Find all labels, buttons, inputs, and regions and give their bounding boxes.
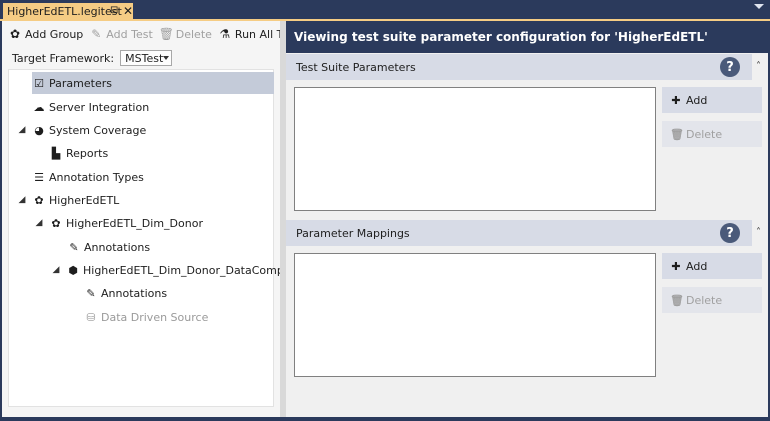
trash-icon: 🗑 [670, 293, 684, 307]
add-group-icon: ✿ [9, 27, 21, 41]
tree-item-label: Annotation Types [49, 170, 144, 184]
document-tab-bar: HigherEdETL.legitest ⊟ ✕ [0, 0, 770, 20]
delete-button[interactable]: 🗑 Delete [159, 27, 212, 41]
toolbar: ✿ Add Group ✎ Add Test 🗑 Delete ⚗ Run Al… [2, 21, 304, 47]
target-framework-row: Target Framework: MSTest [12, 49, 173, 67]
close-tab-icon[interactable]: ✕ [123, 4, 133, 18]
tree-item-label: Annotations [101, 286, 168, 300]
add-test-button[interactable]: ✎ Add Test [89, 27, 153, 41]
expand-arrow-icon[interactable]: ◢ [17, 195, 27, 205]
page-title: Viewing test suite parameter configurati… [286, 21, 768, 53]
tab-dropdown-icon[interactable] [754, 4, 764, 9]
section-title: Test Suite Parameters [296, 60, 416, 74]
document-tab[interactable]: HigherEdETL.legitest ⊟ ✕ [3, 3, 133, 20]
plus-icon: ✚ [671, 259, 681, 273]
trash-icon: 🗑 [158, 27, 174, 41]
add-label: Add [686, 93, 708, 107]
delete-label: Delete [686, 293, 723, 307]
add-test-label: Add Test [106, 27, 153, 41]
group-icon: ✿ [34, 193, 44, 207]
tree-item-annotation-types[interactable]: ☰ Annotation Types [32, 166, 144, 188]
pie-chart-icon: ◕ [34, 123, 44, 137]
delete-label: Delete [175, 27, 212, 41]
chevron-down-icon [163, 56, 170, 60]
cloud-icon: ☁ [33, 100, 45, 114]
mappings-header: Parameter Mappings ? [286, 220, 752, 246]
plus-icon: ✚ [671, 93, 681, 107]
flask-icon: ⚗ [219, 27, 231, 41]
tree-item-system-coverage[interactable]: ◢ ◕ System Coverage [17, 119, 147, 141]
trash-icon: 🗑 [670, 127, 684, 141]
tree-item-label: Server Integration [49, 100, 150, 114]
add-mapping-button[interactable]: ✚ Add [662, 253, 762, 279]
help-icon[interactable]: ? [720, 57, 740, 77]
section-title: Parameter Mappings [296, 226, 410, 240]
add-label: Add [686, 259, 708, 273]
target-framework-value: MSTest [125, 51, 164, 65]
right-pane: Viewing test suite parameter configurati… [286, 21, 768, 417]
tree-item-higheredetl[interactable]: ◢ ✿ HigherEdETL [17, 189, 120, 211]
target-framework-label: Target Framework: [12, 51, 115, 65]
suite-params-list[interactable] [294, 87, 656, 211]
tree-item-reports[interactable]: ▙ Reports [49, 142, 108, 164]
mappings-list[interactable] [294, 253, 656, 377]
add-param-button[interactable]: ✚ Add [662, 87, 762, 113]
tree-item-server-integration[interactable]: ☁ Server Integration [32, 96, 150, 118]
tree-item-label: Parameters [49, 76, 112, 90]
hexagon-icon: ⬢ [68, 263, 78, 277]
parameters-icon: ☑ [34, 76, 44, 90]
annotation-icon: ✎ [69, 240, 79, 254]
tree-item-datacompare[interactable]: ◢ ⬢ HigherEdETL_Dim_Donor_DataCompare [51, 259, 302, 281]
annotation-icon: ✎ [86, 286, 96, 300]
group-icon: ✿ [51, 216, 61, 230]
suite-tree: ☑ Parameters ☁ Server Integration ◢ ◕ Sy… [8, 69, 302, 407]
tree-item-dim-donor[interactable]: ◢ ✿ HigherEdETL_Dim_Donor [34, 212, 203, 234]
tree-item-parameters[interactable]: ☑ Parameters [32, 72, 274, 94]
tree-item-label: HigherEdETL_Dim_Donor_DataCompare [83, 263, 302, 277]
collapse-icon[interactable]: ˄ [756, 61, 761, 72]
help-icon[interactable]: ? [720, 223, 740, 243]
pin-icon[interactable]: ⊟ [110, 5, 118, 16]
tree-item-data-driven-source[interactable]: ⛁ Data Driven Source [84, 306, 208, 328]
window-bottom-edge [0, 417, 770, 421]
database-icon: ⛁ [86, 310, 96, 324]
add-group-button[interactable]: ✿ Add Group [8, 27, 83, 41]
collapse-icon[interactable]: ˄ [756, 227, 761, 238]
tree-item-label: HigherEdETL [49, 193, 120, 207]
delete-mapping-button[interactable]: 🗑 Delete [662, 287, 762, 313]
left-pane: ✿ Add Group ✎ Add Test 🗑 Delete ⚗ Run Al… [2, 21, 304, 417]
delete-param-button[interactable]: 🗑 Delete [662, 121, 762, 147]
add-group-label: Add Group [25, 27, 84, 41]
expand-arrow-icon[interactable]: ◢ [34, 218, 44, 228]
tree-item-label: Data Driven Source [101, 310, 209, 324]
tree-item-label: HigherEdETL_Dim_Donor [66, 216, 203, 230]
delete-label: Delete [686, 127, 723, 141]
list-icon: ☰ [34, 170, 44, 184]
editor-frame: ✿ Add Group ✎ Add Test 🗑 Delete ⚗ Run Al… [2, 21, 768, 417]
tree-item-label: Reports [66, 146, 109, 160]
add-test-icon: ✎ [91, 27, 102, 41]
tree-item-annotations[interactable]: ✎ Annotations [84, 282, 167, 304]
target-framework-select[interactable]: MSTest [120, 50, 173, 66]
bar-chart-icon: ▙ [51, 146, 61, 160]
expand-arrow-icon[interactable]: ◢ [17, 125, 27, 135]
tree-item-label: Annotations [84, 240, 151, 254]
tab-title: HigherEdETL.legitest [7, 5, 122, 18]
suite-params-header: Test Suite Parameters ? [286, 54, 752, 80]
tree-item-annotations[interactable]: ✎ Annotations [67, 236, 150, 258]
tree-item-label: System Coverage [49, 123, 147, 137]
expand-arrow-icon[interactable]: ◢ [51, 265, 61, 275]
